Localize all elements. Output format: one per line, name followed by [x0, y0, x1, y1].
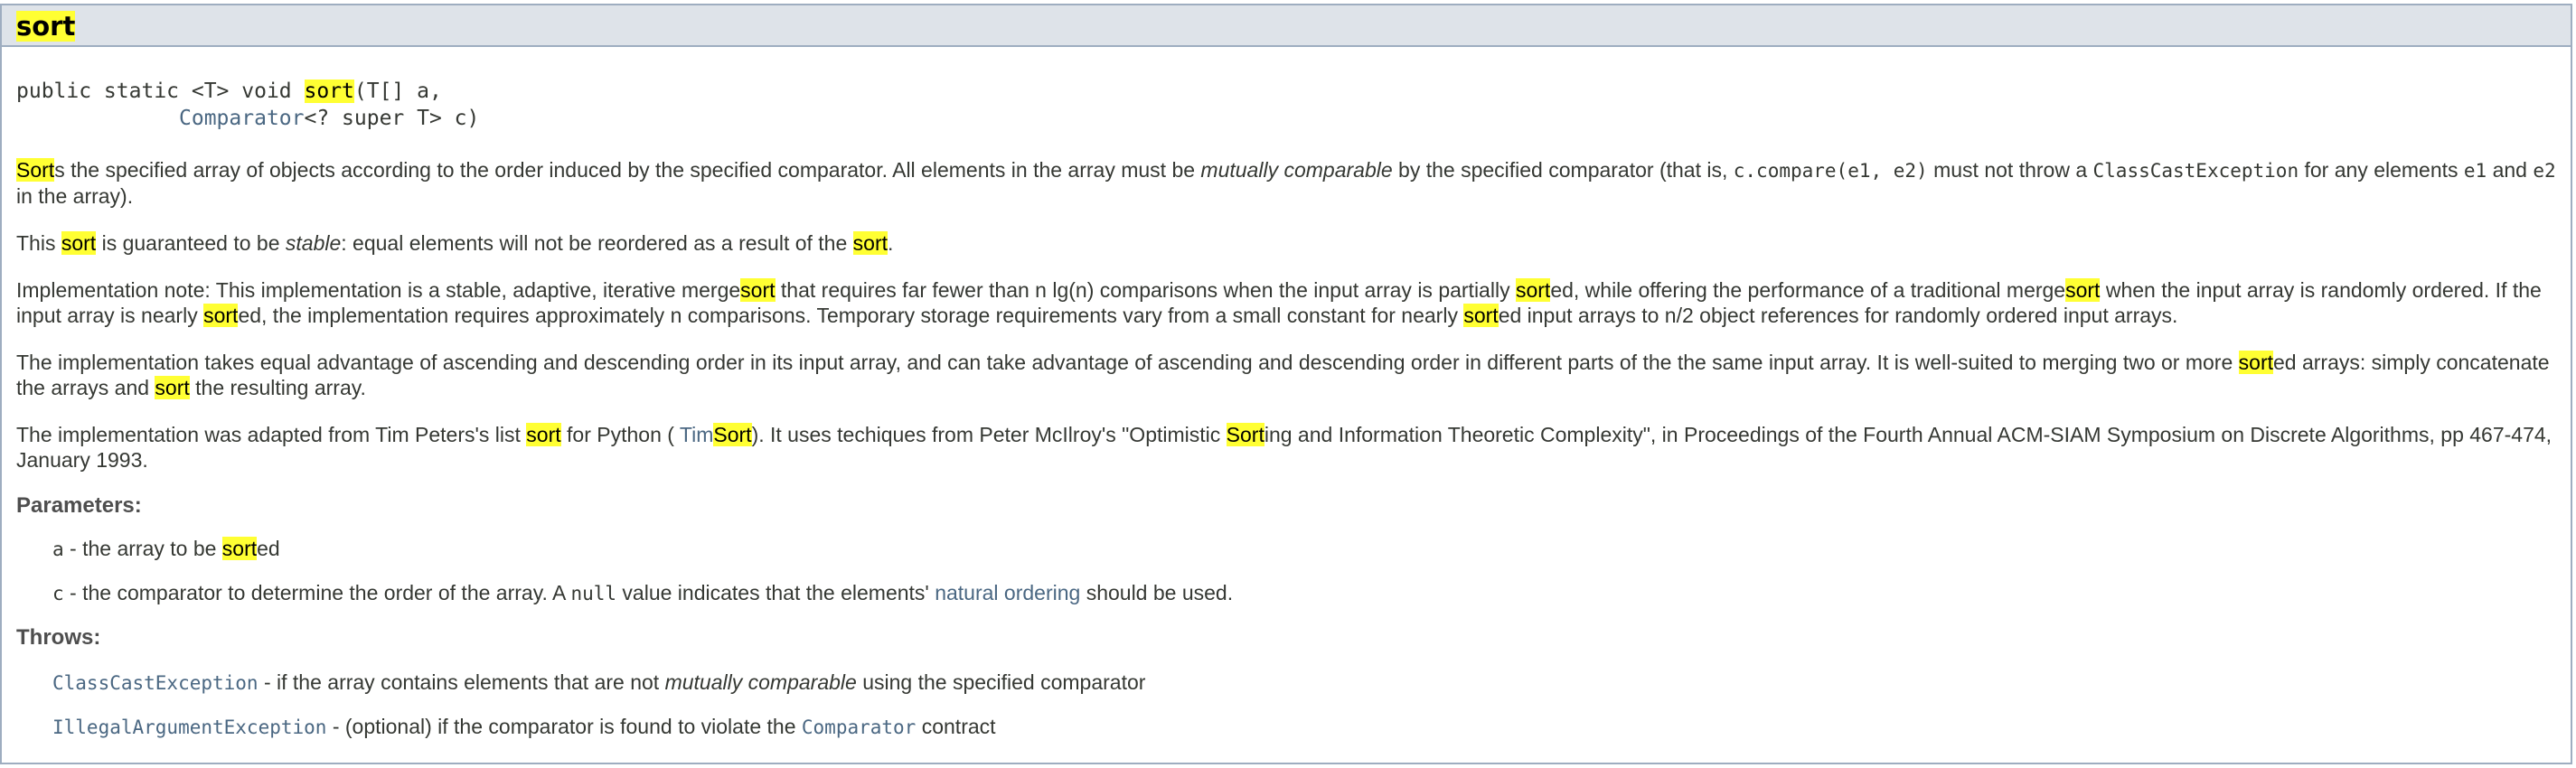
illegalargumentexception-link[interactable]: IllegalArgumentException [52, 716, 326, 738]
text: value indicates that the elements' [616, 581, 935, 604]
text: ed input arrays to n/2 object references… [1498, 304, 2178, 327]
text: should be used. [1080, 581, 1234, 604]
search-highlight: sort [1515, 278, 1551, 302]
signature-generic: <? super T> c) [304, 107, 480, 130]
emphasis-text: mutually comparable [1200, 158, 1393, 182]
method-detail-panel: sort public static <T> void sort(T[] a, … [0, 4, 2572, 764]
text: in the array). [16, 184, 134, 208]
text: - the array to be [63, 537, 222, 560]
search-highlight: sort [203, 304, 239, 327]
code-snippet: null [570, 583, 617, 604]
search-highlight: sort [221, 537, 258, 560]
text: that requires far fewer than n lg(n) com… [775, 278, 1516, 302]
text: ed [257, 537, 280, 560]
code-snippet: ClassCastException [2092, 160, 2299, 182]
description-paragraph-5: The implementation was adapted from Tim … [16, 422, 2571, 473]
code-snippet: c.compare(e1, e2) [1733, 160, 1928, 182]
emphasis-text: mutually comparable [664, 670, 857, 694]
search-highlight: sort [852, 231, 888, 255]
text: and [2487, 158, 2534, 182]
param-c: c - the comparator to determine the orde… [52, 580, 2571, 606]
search-highlight: sort [526, 423, 561, 446]
comparator-type-link[interactable]: Comparator [179, 107, 304, 130]
text: for any elements [2299, 158, 2464, 182]
search-highlight: sort [1463, 304, 1499, 327]
timsort-link[interactable]: TimSort [680, 423, 752, 446]
text: is guaranteed to be [96, 231, 286, 255]
text: . [888, 231, 894, 255]
search-highlight: sort [2065, 278, 2101, 302]
text: : equal elements will not be reordered a… [341, 231, 853, 255]
throws-label: Throws: [16, 625, 101, 650]
emphasis-text: stable [285, 231, 342, 255]
search-highlight: Sort [1226, 423, 1264, 446]
method-header: sort [2, 5, 2571, 47]
search-highlight: sort [61, 231, 97, 255]
text: using the specified comparator [856, 670, 1146, 694]
text: contract [916, 715, 996, 738]
text: s the specified array of objects accordi… [54, 158, 1201, 182]
signature-modifiers: public static <T> void [16, 80, 305, 103]
param-a: a - the array to be sorted [52, 536, 2571, 562]
comparator-link[interactable]: Comparator [802, 716, 916, 738]
text: for Python ( [560, 423, 680, 446]
text: ed, the implementation requires approxim… [238, 304, 1464, 327]
search-highlight: Sort [16, 158, 55, 182]
classcastexception-link[interactable]: ClassCastException [52, 672, 259, 694]
code-snippet: e1 [2463, 160, 2487, 182]
throws-classcastexception: ClassCastException - if the array contai… [52, 670, 2571, 696]
search-highlight: sort [304, 80, 354, 103]
search-highlight: sort [155, 376, 190, 399]
link-text: Tim [679, 423, 714, 446]
signature-params: (T[] a, [353, 80, 442, 103]
parameters-label: Parameters: [16, 493, 142, 518]
search-highlight: sort [740, 278, 776, 302]
text: must not throw a [1927, 158, 2093, 182]
method-title: sort [16, 11, 2571, 42]
text: Implementation note: This implementation… [16, 278, 741, 302]
text: - if the array contains elements that ar… [258, 670, 665, 694]
description-paragraph-1: Sorts the specified array of objects acc… [16, 157, 2571, 209]
description-paragraph-4: The implementation takes equal advantage… [16, 350, 2571, 400]
text: ). It uses techiques from Peter McIlroy'… [751, 423, 1227, 446]
search-highlight: sort [16, 11, 76, 42]
text: The implementation was adapted from Tim … [16, 423, 527, 446]
text: the resulting array. [189, 376, 366, 399]
description-paragraph-3: Implementation note: This implementation… [16, 277, 2571, 328]
description-paragraph-2: This sort is guaranteed to be stable: eq… [16, 230, 2571, 256]
method-description: Sorts the specified array of objects acc… [16, 157, 2571, 473]
search-highlight: sort [2238, 351, 2273, 374]
search-highlight: Sort [713, 423, 752, 446]
natural-ordering-link[interactable]: natural ordering [935, 581, 1080, 604]
method-content: public static <T> void sort(T[] a, Compa… [2, 78, 2571, 740]
param-name: c [52, 583, 64, 604]
method-signature: public static <T> void sort(T[] a, Compa… [16, 78, 2571, 132]
text: The implementation takes equal advantage… [16, 351, 2239, 374]
text: - the comparator to determine the order … [63, 581, 571, 604]
throws-illegalargumentexception: IllegalArgumentException - (optional) if… [52, 714, 2571, 740]
signature-indent [16, 107, 179, 130]
text: ed, while offering the performance of a … [1550, 278, 2066, 302]
param-name: a [52, 539, 64, 560]
text: by the specified comparator (that is, [1392, 158, 1734, 182]
text: - (optional) if the comparator is found … [326, 715, 802, 738]
text: This [16, 231, 61, 255]
code-snippet: e2 [2533, 160, 2556, 182]
